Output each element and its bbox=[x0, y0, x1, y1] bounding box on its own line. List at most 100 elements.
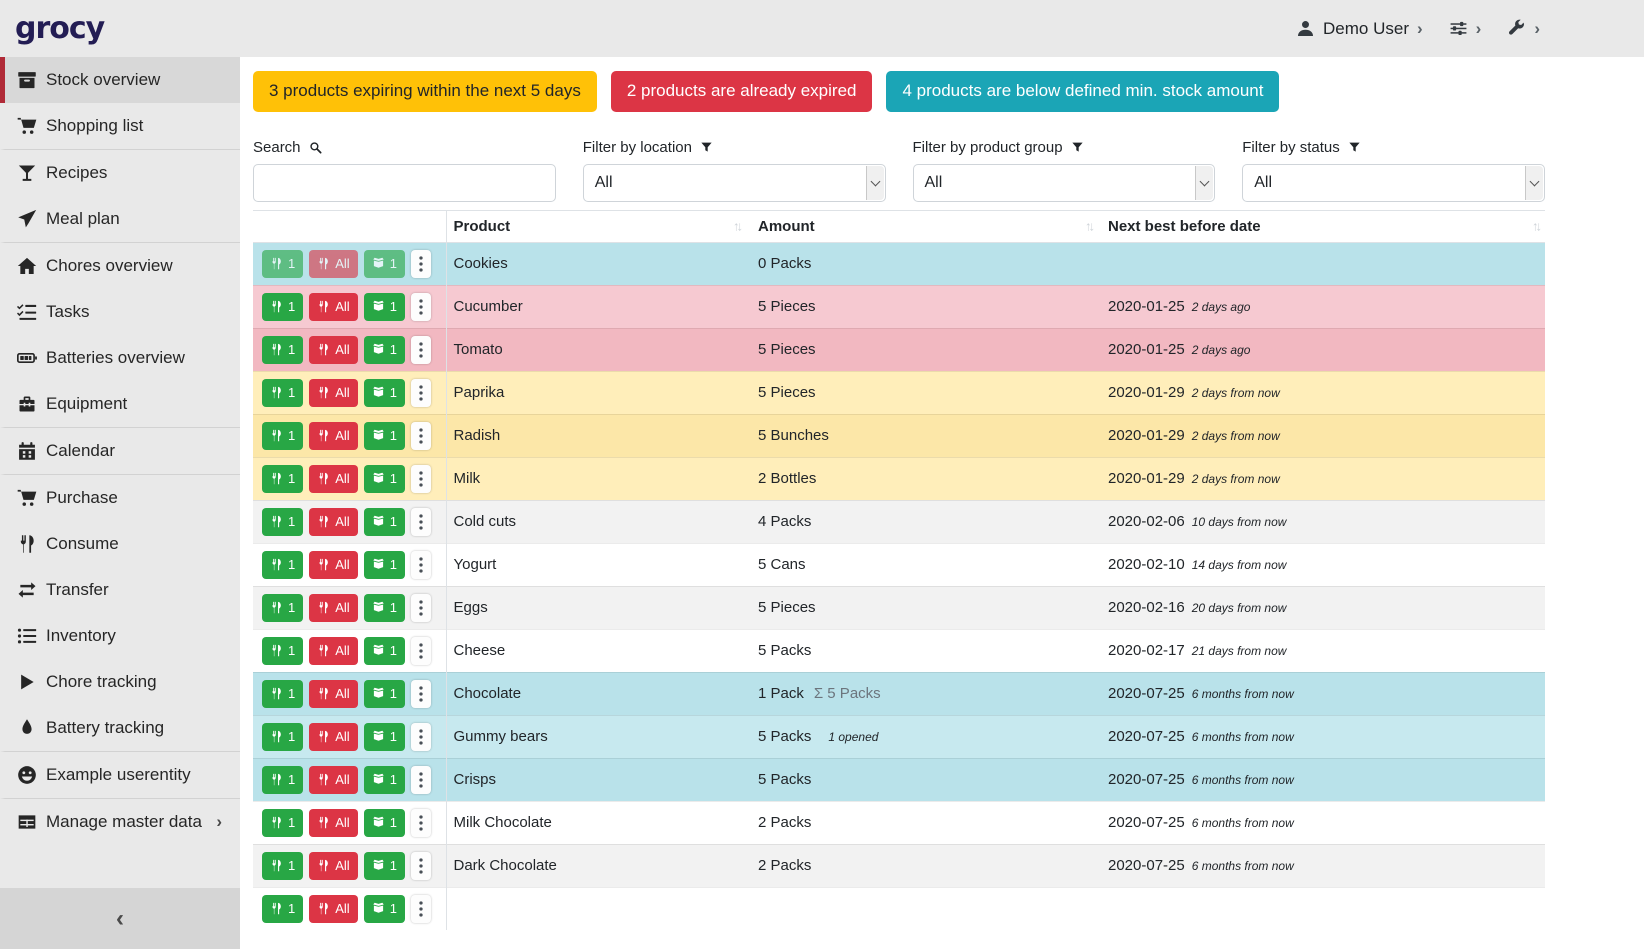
consume-all-button[interactable]: All bbox=[309, 895, 357, 923]
sidebar-collapse-button[interactable]: ‹ bbox=[0, 888, 240, 949]
consume-all-button[interactable]: All bbox=[309, 250, 357, 278]
consume-one-button[interactable]: 1 bbox=[262, 723, 303, 751]
sidebar-item-chores-overview[interactable]: Chores overview bbox=[0, 242, 240, 289]
open-one-button[interactable]: 1 bbox=[364, 508, 405, 536]
consume-one-button[interactable]: 1 bbox=[262, 766, 303, 794]
sidebar-item-example-userentity[interactable]: Example userentity bbox=[0, 751, 240, 798]
consume-all-button[interactable]: All bbox=[309, 594, 357, 622]
product-column-header[interactable]: Product ↑↓ bbox=[446, 210, 746, 242]
row-menu-button[interactable] bbox=[411, 250, 431, 278]
consume-all-button[interactable]: All bbox=[309, 336, 357, 364]
status-alert[interactable]: 2 products are already expired bbox=[611, 71, 873, 112]
open-one-button[interactable]: 1 bbox=[364, 422, 405, 450]
consume-one-button[interactable]: 1 bbox=[262, 809, 303, 837]
open-one-button[interactable]: 1 bbox=[364, 895, 405, 923]
sort-icon[interactable]: ↑↓ bbox=[1085, 219, 1092, 234]
sidebar-item-meal-plan[interactable]: Meal plan bbox=[0, 196, 240, 242]
sidebar-item-tasks[interactable]: Tasks bbox=[0, 289, 240, 335]
consume-one-button[interactable]: 1 bbox=[262, 551, 303, 579]
sidebar-item-batteries-overview[interactable]: Batteries overview bbox=[0, 335, 240, 381]
consume-all-button[interactable]: All bbox=[309, 379, 357, 407]
search-input[interactable] bbox=[253, 164, 556, 202]
consume-all-button[interactable]: All bbox=[309, 637, 357, 665]
consume-one-button[interactable]: 1 bbox=[262, 465, 303, 493]
consume-one-button[interactable]: 1 bbox=[262, 336, 303, 364]
consume-all-button[interactable]: All bbox=[309, 852, 357, 880]
row-menu-button[interactable] bbox=[411, 336, 431, 364]
consume-all-button[interactable]: All bbox=[309, 508, 357, 536]
sidebar-item-equipment[interactable]: Equipment bbox=[0, 381, 240, 427]
row-menu-button[interactable] bbox=[411, 465, 431, 493]
sort-icon[interactable]: ↑↓ bbox=[733, 219, 740, 234]
open-one-button[interactable]: 1 bbox=[364, 852, 405, 880]
row-menu-button[interactable] bbox=[411, 895, 431, 923]
sidebar-item-inventory[interactable]: Inventory bbox=[0, 613, 240, 659]
sort-icon[interactable]: ↑↓ bbox=[1532, 219, 1539, 234]
row-menu-button[interactable] bbox=[411, 551, 431, 579]
row-menu-button[interactable] bbox=[411, 637, 431, 665]
sidebar-item-manage-master-data[interactable]: Manage master data › bbox=[0, 798, 240, 845]
consume-all-button[interactable]: All bbox=[309, 809, 357, 837]
consume-all-button[interactable]: All bbox=[309, 422, 357, 450]
open-one-button[interactable]: 1 bbox=[364, 250, 405, 278]
status-alert[interactable]: 3 products expiring within the next 5 da… bbox=[253, 71, 597, 112]
open-one-button[interactable]: 1 bbox=[364, 594, 405, 622]
consume-all-button[interactable]: All bbox=[309, 766, 357, 794]
row-menu-button[interactable] bbox=[411, 809, 431, 837]
utensils-icon bbox=[317, 859, 330, 872]
sidebar-item-consume[interactable]: Consume bbox=[0, 521, 240, 567]
consume-one-button[interactable]: 1 bbox=[262, 680, 303, 708]
sidebar-item-purchase[interactable]: Purchase bbox=[0, 474, 240, 521]
consume-one-button[interactable]: 1 bbox=[262, 637, 303, 665]
amount-column-header[interactable]: Amount ↑↓ bbox=[746, 210, 1098, 242]
open-one-button[interactable]: 1 bbox=[364, 293, 405, 321]
sidebar-item-shopping-list[interactable]: Shopping list bbox=[0, 103, 240, 149]
open-one-button[interactable]: 1 bbox=[364, 766, 405, 794]
consume-all-button[interactable]: All bbox=[309, 465, 357, 493]
open-one-button[interactable]: 1 bbox=[364, 723, 405, 751]
status-select[interactable]: All bbox=[1242, 164, 1545, 202]
open-one-button[interactable]: 1 bbox=[364, 465, 405, 493]
settings-menu[interactable]: › bbox=[1449, 19, 1482, 38]
location-select[interactable]: All bbox=[583, 164, 886, 202]
consume-all-button[interactable]: All bbox=[309, 293, 357, 321]
row-menu-button[interactable] bbox=[411, 508, 431, 536]
sidebar-item-battery-tracking[interactable]: Battery tracking bbox=[0, 705, 240, 751]
consume-one-button[interactable]: 1 bbox=[262, 594, 303, 622]
product-group-select[interactable]: All bbox=[913, 164, 1216, 202]
consume-all-button[interactable]: All bbox=[309, 680, 357, 708]
open-one-button[interactable]: 1 bbox=[364, 809, 405, 837]
app-logo[interactable]: grocy bbox=[15, 11, 104, 46]
row-menu-button[interactable] bbox=[411, 422, 431, 450]
consume-all-button[interactable]: All bbox=[309, 723, 357, 751]
user-menu[interactable]: Demo User › bbox=[1296, 19, 1423, 39]
consume-one-button[interactable]: 1 bbox=[262, 293, 303, 321]
open-one-button[interactable]: 1 bbox=[364, 637, 405, 665]
open-one-button[interactable]: 1 bbox=[364, 336, 405, 364]
consume-one-button[interactable]: 1 bbox=[262, 895, 303, 923]
consume-one-button[interactable]: 1 bbox=[262, 508, 303, 536]
row-menu-button[interactable] bbox=[411, 723, 431, 751]
sidebar-item-transfer[interactable]: Transfer bbox=[0, 567, 240, 613]
row-menu-button[interactable] bbox=[411, 852, 431, 880]
status-alert[interactable]: 4 products are below defined min. stock … bbox=[886, 71, 1279, 112]
open-one-button[interactable]: 1 bbox=[364, 680, 405, 708]
admin-menu[interactable]: › bbox=[1507, 19, 1540, 38]
best-before-column-header[interactable]: Next best before date ↑↓ bbox=[1098, 210, 1545, 242]
sidebar-item-chore-tracking[interactable]: Chore tracking bbox=[0, 659, 240, 705]
row-menu-button[interactable] bbox=[411, 293, 431, 321]
sidebar-item-recipes[interactable]: Recipes bbox=[0, 149, 240, 196]
row-menu-button[interactable] bbox=[411, 766, 431, 794]
open-one-button[interactable]: 1 bbox=[364, 379, 405, 407]
consume-one-button[interactable]: 1 bbox=[262, 379, 303, 407]
sidebar-item-stock-overview[interactable]: Stock overview bbox=[0, 57, 240, 103]
consume-one-button[interactable]: 1 bbox=[262, 422, 303, 450]
consume-one-button[interactable]: 1 bbox=[262, 852, 303, 880]
consume-all-button[interactable]: All bbox=[309, 551, 357, 579]
sidebar-item-calendar[interactable]: Calendar bbox=[0, 427, 240, 474]
open-one-button[interactable]: 1 bbox=[364, 551, 405, 579]
row-menu-button[interactable] bbox=[411, 680, 431, 708]
consume-one-button[interactable]: 1 bbox=[262, 250, 303, 278]
row-menu-button[interactable] bbox=[411, 379, 431, 407]
row-menu-button[interactable] bbox=[411, 594, 431, 622]
